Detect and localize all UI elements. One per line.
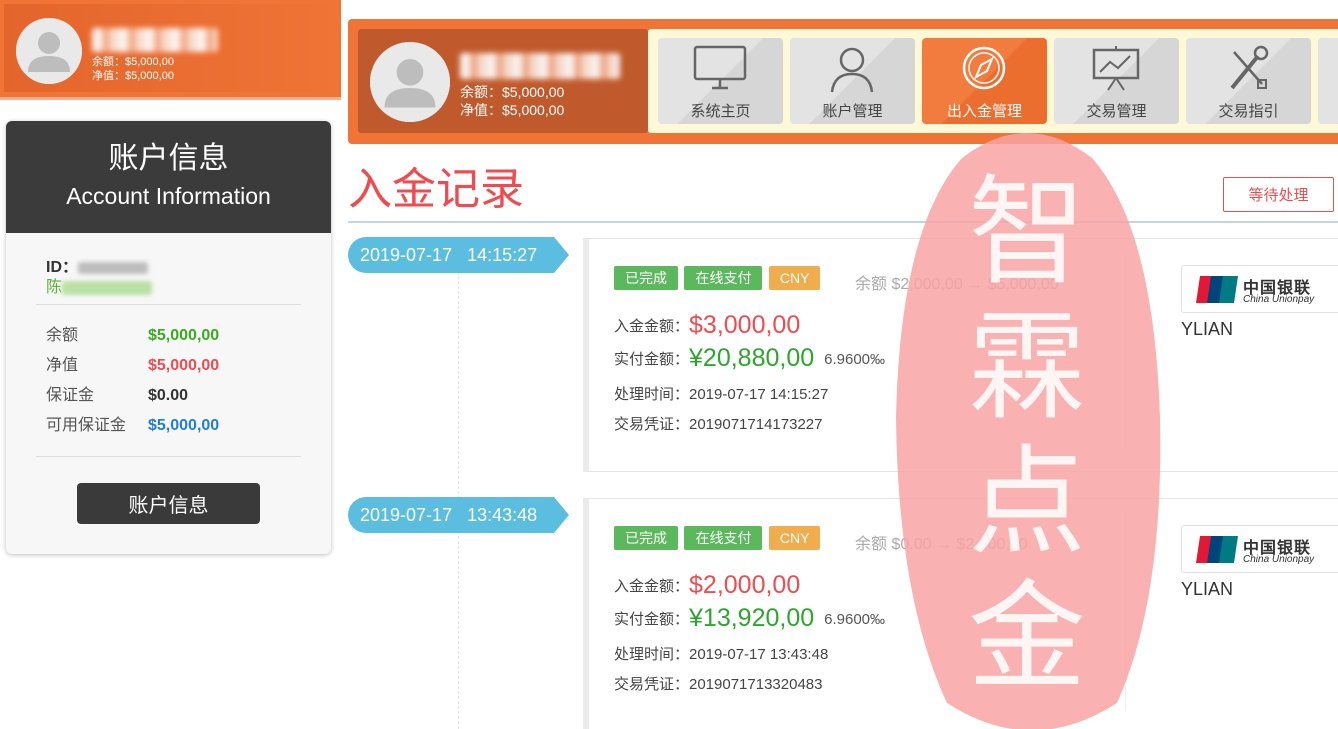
deposit-amount: $3,000,00 [689, 311, 801, 339]
mini-equity: 净值：$5,000,00 [92, 70, 174, 82]
deposit-amount-label: 入金金额： [614, 318, 690, 335]
nav-label: 交易指引 [1218, 103, 1279, 120]
stat-value: $5,000,00 [148, 327, 220, 344]
nav-label: 交易管理 [1086, 103, 1147, 120]
user-avatar-icon [370, 42, 450, 122]
divider [36, 456, 301, 457]
paid-amount: ¥13,920,00 [689, 604, 815, 632]
account-name-prefix: 陈 [46, 279, 63, 296]
account-card-title-en: Account Information [66, 183, 271, 209]
avatar[interactable] [16, 18, 82, 84]
topbar-user-block: 余额：$5,000,00 净值：$5,000,00 [358, 29, 648, 133]
method-badge: 在线支付 [684, 526, 763, 550]
stat-value: $5,000,00 [148, 417, 220, 434]
paid-amount: ¥20,880,00 [689, 344, 815, 372]
bank-name-en: China Unionpay [1243, 554, 1315, 565]
stat-label: 净值 [46, 357, 79, 374]
paid-amount-row: 实付金额：¥20,880,00 6.9600‰ [614, 344, 885, 373]
balance-change: 余额 $2,000,00 → $5,000,00 [855, 276, 1059, 293]
deposit-amount: $2,000,00 [689, 571, 801, 599]
mini-balance: 余额：$5,000,00 [92, 56, 174, 68]
payment-channel: YLIAN [1181, 579, 1234, 599]
user-icon [822, 44, 882, 94]
compass-icon [954, 44, 1014, 94]
pending-filter-button[interactable]: 等待处理 [1223, 177, 1334, 212]
record-badges: 已完成 在线支付 CNY [614, 266, 822, 290]
stat-label: 可用保证金 [46, 417, 127, 434]
mini-user-panel: 余额：$5,000,00 净值：$5,000,00 [4, 4, 341, 92]
avatar[interactable] [370, 42, 450, 122]
status-badge: 已完成 [614, 526, 678, 550]
nav-item-account[interactable]: 账户管理 [790, 38, 915, 124]
deposit-amount-label: 入金金额： [614, 578, 690, 595]
nav-item-trading[interactable]: 交易管理 [1054, 38, 1179, 124]
unionpay-icon [1196, 536, 1238, 563]
account-info-card: 账户信息 Account Information ID： 陈 余额 $5,000… [6, 121, 331, 554]
topbar-equity: 净值：$5,000,00 [460, 102, 565, 118]
nav-label: 账户管理 [822, 103, 883, 120]
payment-channel: YLIAN [1181, 319, 1234, 339]
divider [1125, 251, 1126, 451]
mini-user-header: 余额：$5,000,00 净值：$5,000,00 [0, 0, 341, 100]
deposit-record: 已完成 在线支付 CNY 余额 $2,000,00 → $5,000,00 入金… [583, 238, 1338, 472]
balance-change: 余额 $0.00 → $2,000,00 [855, 536, 1028, 553]
masked-account-number [92, 28, 218, 52]
masked-account-number [460, 53, 620, 79]
topbar-balance: 余额：$5,000,00 [460, 84, 565, 100]
deposit-amount-row: 入金金额：$2,000,00 [614, 571, 800, 600]
monitor-icon [690, 44, 750, 94]
stat-label: 保证金 [46, 387, 95, 404]
account-card-header: 账户信息 Account Information [6, 121, 331, 233]
deposit-amount-row: 入金金额：$3,000,00 [614, 311, 800, 340]
nav-label: 系统主页 [690, 103, 751, 120]
voucher-number: 交易凭证：2019071714173227 [614, 416, 823, 433]
account-info-button[interactable]: 账户信息 [77, 483, 260, 524]
exchange-rate: 6.9600‰ [824, 351, 886, 368]
nav-item-home[interactable]: 系统主页 [658, 38, 783, 124]
masked-account-id [78, 261, 149, 274]
paid-amount-row: 实付金额：¥13,920,00 6.9600‰ [614, 604, 885, 633]
record-timestamp: 2019-07-17 13:43:48 [348, 497, 569, 533]
method-badge: 在线支付 [684, 266, 763, 290]
record-badges: 已完成 在线支付 CNY [614, 526, 822, 550]
top-navigation-bar: 余额：$5,000,00 净值：$5,000,00 系统主页 账户管理 出入金管… [348, 19, 1338, 144]
timeline-line [458, 256, 459, 729]
account-card-title-cn: 账户信息 [108, 142, 229, 175]
masked-account-name [62, 280, 153, 295]
unionpay-icon [1196, 276, 1238, 303]
stat-value: $0.00 [148, 387, 189, 404]
process-time: 处理时间：2019-07-17 14:15:27 [614, 386, 829, 403]
title-divider [348, 221, 1338, 223]
nav-item-guide[interactable]: 交易指引 [1186, 38, 1311, 124]
deposit-record: 已完成 在线支付 CNY 余额 $0.00 → $2,000,00 入金金额：$… [583, 498, 1338, 729]
nav-item-funds[interactable]: 出入金管理 [922, 38, 1047, 124]
stat-label: 余额 [46, 327, 79, 344]
bank-name-en: China Unionpay [1243, 294, 1315, 305]
exchange-rate: 6.9600‰ [824, 611, 886, 628]
voucher-number: 交易凭证：2019071713320483 [614, 676, 823, 693]
tools-icon [1218, 44, 1278, 94]
paid-amount-label: 实付金额： [614, 611, 690, 628]
account-name-row: 陈 [46, 273, 153, 297]
nav-label: 出入金管理 [946, 103, 1022, 120]
process-time: 处理时间：2019-07-17 13:43:48 [614, 646, 829, 663]
paid-amount-label: 实付金额： [614, 351, 690, 368]
divider [36, 304, 301, 305]
stat-value: $5,000,00 [148, 357, 220, 374]
nav-item-more[interactable] [1318, 38, 1338, 124]
chart-board-icon [1086, 44, 1146, 94]
unionpay-logo: 中国银联 China Unionpay [1181, 525, 1338, 573]
unionpay-logo: 中国银联 China Unionpay [1181, 265, 1338, 313]
record-timestamp: 2019-07-17 14:15:27 [348, 237, 569, 273]
currency-badge: CNY [768, 266, 821, 290]
status-badge: 已完成 [614, 266, 678, 290]
page-title: 入金记录 [348, 165, 524, 214]
currency-badge: CNY [768, 526, 821, 550]
divider [1125, 511, 1126, 711]
user-avatar-icon [16, 18, 82, 84]
main-nav: 系统主页 账户管理 出入金管理 交易管理 交易指引 [648, 29, 1338, 133]
